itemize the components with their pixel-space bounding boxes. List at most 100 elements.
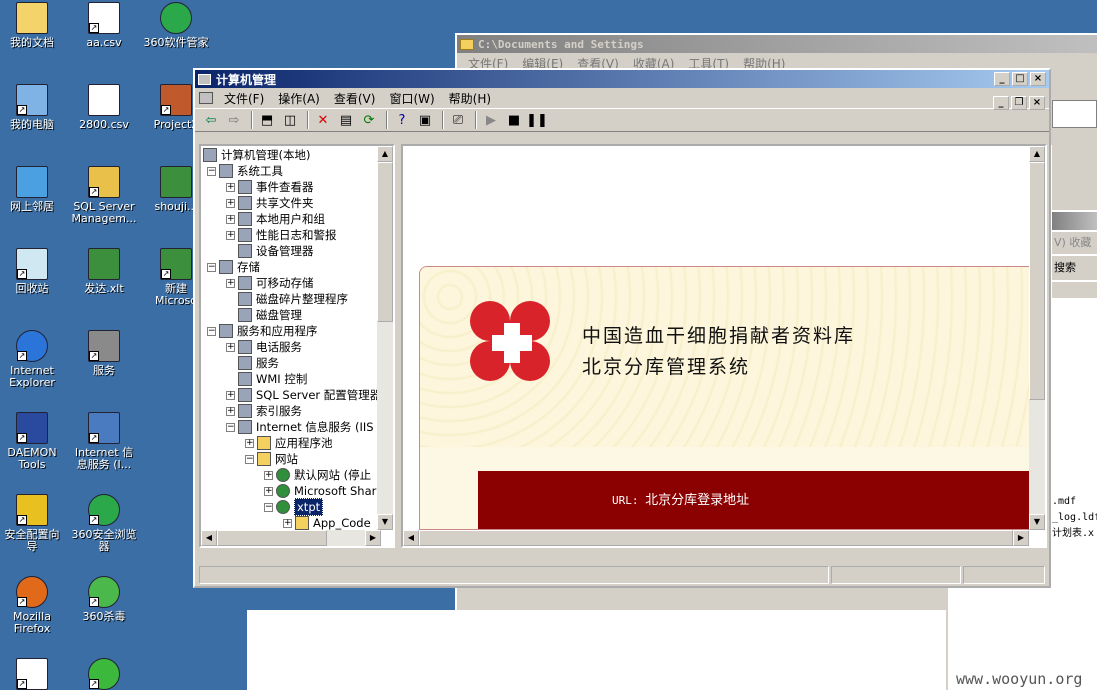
scroll-up-arrow[interactable]: ▲	[1029, 146, 1045, 162]
scroll-left-arrow[interactable]: ◀	[403, 530, 419, 546]
expand-icon[interactable]: +	[245, 438, 254, 448]
help-icon[interactable]: ?	[392, 110, 412, 130]
play-icon[interactable]: ▶	[481, 110, 501, 130]
tree-vscrollbar[interactable]: ▲ ▼	[377, 146, 393, 530]
main-titlebar[interactable]: 计算机管理 _ □ ×	[195, 70, 1049, 88]
back-icon[interactable]: ⇦	[201, 110, 221, 130]
tree-item[interactable]: WMI 控制	[226, 371, 307, 387]
content-hscrollbar[interactable]: ◀ ▶	[403, 530, 1029, 546]
tree-item[interactable]: + Microsoft Shar	[264, 483, 376, 499]
computer-management-window[interactable]: 计算机管理 _ □ × 文件(F) 操作(A) 查看(V) 窗口(W) 帮助(H) _ …	[193, 68, 1051, 588]
tree-item[interactable]: − 服务和应用程序	[207, 323, 318, 339]
mdi-close-button[interactable]: ×	[1029, 96, 1045, 110]
up-folder-icon[interactable]: ⬒	[257, 110, 277, 130]
tree-item[interactable]: + 共享文件夹	[226, 195, 314, 211]
stop-icon[interactable]: ■	[504, 110, 524, 130]
tree-item[interactable]: 磁盘碎片整理程序	[226, 291, 348, 307]
forward-icon[interactable]: ⇨	[224, 110, 244, 130]
tree-item[interactable]: + 可移动存储	[226, 275, 314, 291]
collapse-icon[interactable]: −	[245, 454, 254, 464]
tree-item[interactable]: + 事件查看器	[226, 179, 314, 195]
computer-icon[interactable]: ⎚	[448, 110, 468, 130]
desktop-icon[interactable]: ↗ 我的电脑	[0, 84, 68, 131]
tree-hscrollbar[interactable]: ◀ ▶	[201, 530, 381, 546]
desktop-icon[interactable]: ↗ 360安全浏览 器	[68, 494, 140, 553]
desktop-icon[interactable]: 网上邻居	[0, 166, 68, 213]
console-icon[interactable]: ▣	[415, 110, 435, 130]
tree-item[interactable]: − 系统工具	[207, 163, 283, 179]
url-link[interactable]: URL: 北京分库登录地址	[612, 489, 749, 508]
scroll-down-arrow[interactable]: ▼	[1029, 514, 1045, 530]
collapse-icon[interactable]: −	[226, 422, 235, 432]
file-item[interactable]: _log.ldf	[1052, 510, 1097, 526]
expand-icon[interactable]: +	[226, 182, 235, 192]
mdi-restore-button[interactable]: ❐	[1011, 96, 1027, 110]
tree-item[interactable]: 磁盘管理	[226, 307, 302, 323]
desktop-icon[interactable]: ↗ 360杀毒	[68, 576, 140, 623]
expand-icon[interactable]: +	[226, 230, 235, 240]
tree-item[interactable]: + 性能日志和警报	[226, 227, 337, 243]
expand-icon[interactable]: +	[264, 470, 273, 480]
tree-item[interactable]: + 本地用户和组	[226, 211, 325, 227]
right-window-search[interactable]: 搜索	[1052, 256, 1097, 280]
refresh-icon[interactable]: ⟳	[359, 110, 379, 130]
maximize-button[interactable]: □	[1012, 72, 1028, 86]
tree-item[interactable]: + SQL Server 配置管理器	[226, 387, 381, 403]
desktop-icon[interactable]: ↗ aa.csv	[68, 2, 140, 49]
url-link-text[interactable]: 北京分库登录地址	[645, 493, 749, 508]
scroll-left-arrow[interactable]: ◀	[201, 530, 217, 546]
scroll-hthumb[interactable]	[419, 530, 1013, 546]
close-button[interactable]: ×	[1030, 72, 1046, 86]
scroll-up-arrow[interactable]: ▲	[377, 146, 393, 162]
menu-item[interactable]: 文件(F)	[217, 90, 271, 107]
tree-item[interactable]: 计算机管理(本地)	[203, 147, 310, 163]
file-item[interactable]: 计划表.x	[1052, 526, 1097, 542]
collapse-icon[interactable]: −	[207, 326, 216, 336]
tree-item[interactable]: + 应用程序池	[245, 435, 333, 451]
scroll-right-arrow[interactable]: ▶	[365, 530, 381, 546]
desktop-icon[interactable]: ↗ SQL Server Managem...	[68, 166, 140, 225]
properties-icon[interactable]: ▤	[336, 110, 356, 130]
expand-icon[interactable]: +	[226, 406, 235, 416]
scroll-thumb[interactable]	[377, 162, 393, 322]
tree-item[interactable]: − 存储	[207, 259, 260, 275]
scroll-right-arrow[interactable]: ▶	[1013, 530, 1029, 546]
tree-item[interactable]: 设备管理器	[226, 243, 314, 259]
menu-item[interactable]: 窗口(W)	[382, 90, 441, 107]
scroll-thumb[interactable]	[1029, 162, 1045, 400]
desktop-icon[interactable]: ↗ DAEMON Tools	[0, 412, 68, 471]
expand-icon[interactable]: +	[226, 278, 235, 288]
collapse-icon[interactable]: −	[264, 502, 273, 512]
desktop-icon[interactable]: 发达.xlt	[68, 248, 140, 295]
tree-item[interactable]: 服务	[226, 355, 279, 371]
menu-item[interactable]: 帮助(H)	[442, 90, 498, 107]
show-hide-tree-icon[interactable]: ◫	[280, 110, 300, 130]
expand-icon[interactable]: +	[226, 214, 235, 224]
delete-icon[interactable]: ✕	[313, 110, 333, 130]
collapse-icon[interactable]: −	[207, 262, 216, 272]
scroll-hthumb[interactable]	[217, 530, 327, 546]
desktop-icon[interactable]: 2800.csv	[68, 84, 140, 131]
desktop-icon[interactable]: ↗ Internet Explorer	[0, 330, 68, 389]
pause-icon[interactable]: ❚❚	[526, 110, 548, 130]
file-item[interactable]: .mdf	[1052, 494, 1097, 510]
expand-icon[interactable]: +	[226, 342, 235, 352]
app-icon[interactable]	[199, 92, 213, 104]
desktop-icon[interactable]: 我的文档	[0, 2, 68, 49]
expand-icon[interactable]: +	[226, 390, 235, 400]
expand-icon[interactable]: +	[283, 518, 292, 528]
explorer-titlebar[interactable]: C:\Documents and Settings	[457, 35, 1097, 53]
tree-item[interactable]: + 默认网站 (停止	[264, 467, 371, 483]
desktop-icon[interactable]: ↗ 安全配置向 导	[0, 494, 68, 553]
collapse-icon[interactable]: −	[207, 166, 216, 176]
desktop-icon[interactable]: ↗ Mozilla Firefox	[0, 576, 68, 635]
desktop-icon[interactable]: ↗ 服务	[68, 330, 140, 377]
desktop-icon[interactable]: ↗新建 文本文	[0, 658, 68, 690]
tree-item[interactable]: + 索引服务	[226, 403, 302, 419]
minimize-button[interactable]: _	[994, 72, 1010, 86]
tree-item[interactable]: − xtpt	[264, 498, 324, 516]
expand-icon[interactable]: +	[226, 198, 235, 208]
tree-item[interactable]: − Internet 信息服务 (IIS	[226, 419, 374, 435]
scroll-down-arrow[interactable]: ▼	[377, 514, 393, 530]
tree-item[interactable]: − 网站	[245, 451, 298, 467]
